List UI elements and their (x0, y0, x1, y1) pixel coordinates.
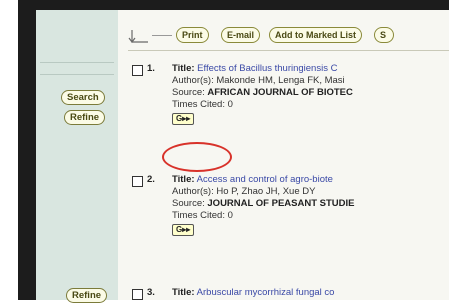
record-title-link[interactable]: Arbuscular mycorrhizal fungal co (197, 287, 335, 298)
sidebar-panel (36, 10, 118, 300)
title-label: Title: (172, 63, 195, 74)
record-title-link[interactable]: Effects of Bacillus thuringiensis C (197, 63, 337, 74)
select-arrow-icon (128, 30, 148, 43)
email-button[interactable]: E-mail (221, 27, 261, 43)
highlight-circle (162, 142, 232, 172)
refine-button[interactable]: Refine (64, 110, 106, 125)
search-button[interactable]: Search (61, 90, 105, 105)
toolbar-rule (128, 50, 449, 51)
save-button[interactable]: S (374, 27, 394, 43)
record-title-link[interactable]: Access and control of agro-biote (197, 174, 333, 185)
times-cited-label: Times Cited: (172, 210, 225, 221)
authors-label: Author(s): (172, 75, 214, 86)
title-label: Title: (172, 174, 195, 185)
refine-button-bottom[interactable]: Refine (66, 288, 108, 303)
source-label: Source: (172, 198, 205, 209)
sidebar-divider (40, 62, 114, 63)
record-number: 3. (147, 287, 155, 298)
record-number: 2. (147, 174, 155, 185)
record-authors: Makonde HM, Lenga FK, Masi (216, 75, 345, 86)
record-checkbox[interactable] (132, 176, 143, 187)
times-cited-label: Times Cited: (172, 99, 225, 110)
record-source: AFRICAN JOURNAL OF BIOTEC (207, 87, 353, 98)
record-authors: Ho P, Zhao JH, Xue DY (216, 186, 316, 197)
record-source: JOURNAL OF PEASANT STUDIE (207, 198, 355, 209)
authors-label: Author(s): (172, 186, 214, 197)
add-to-marked-list-button[interactable]: Add to Marked List (269, 27, 363, 43)
print-button[interactable]: Print (176, 27, 209, 43)
times-cited-value: 0 (227, 99, 233, 110)
full-text-link-button[interactable]: G▸▸ (172, 113, 195, 125)
source-label: Source: (172, 87, 205, 98)
times-cited-value: 0 (227, 210, 233, 221)
record-number: 1. (147, 63, 155, 74)
toolbar-divider (152, 35, 172, 36)
full-text-link-button[interactable]: G▸▸ (172, 224, 195, 236)
title-label: Title: (172, 287, 195, 298)
record-checkbox[interactable] (132, 65, 143, 76)
sidebar-divider (40, 74, 114, 75)
record-checkbox[interactable] (132, 289, 143, 300)
